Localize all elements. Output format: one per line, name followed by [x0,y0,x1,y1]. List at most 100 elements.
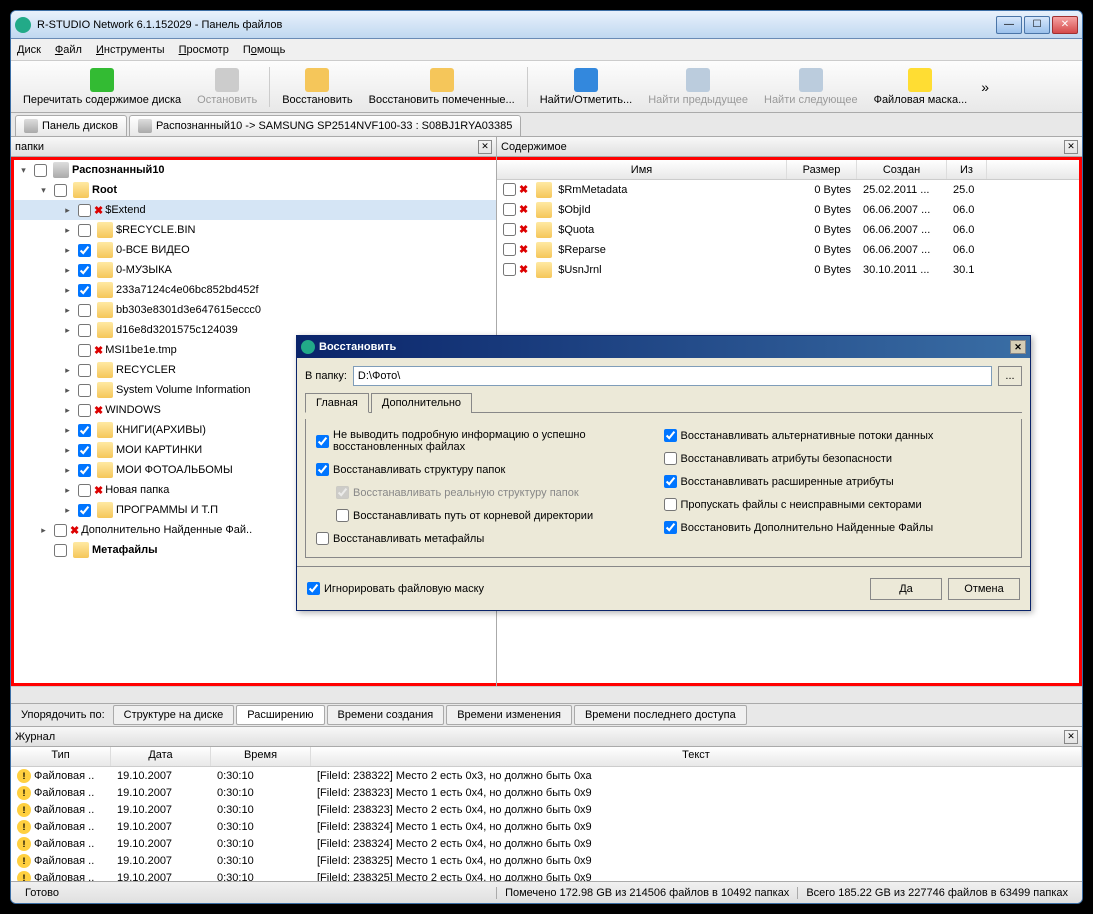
col-size[interactable]: Размер [787,160,857,179]
log-col-time[interactable]: Время [211,747,311,766]
tool-find[interactable]: Найти/Отметить... [532,66,640,108]
opt-restore-struct[interactable]: Восстанавливать структуру папок [316,463,664,476]
row-checkbox[interactable] [503,243,516,256]
log-row[interactable]: !Файловая ..19.10.20070:30:10[FileId: 23… [11,852,1082,869]
tree-checkbox[interactable] [78,324,91,337]
row-checkbox[interactable] [503,183,516,196]
tree-checkbox[interactable] [78,364,91,377]
sort-structure[interactable]: Структуре на диске [113,705,235,725]
folders-close-icon[interactable]: ✕ [478,140,492,154]
tree-checkbox[interactable] [54,184,67,197]
tree-checkbox[interactable] [78,344,91,357]
row-checkbox[interactable] [503,203,516,216]
tree-checkbox[interactable] [54,544,67,557]
dialog-close-button[interactable]: ✕ [1010,340,1026,354]
log-col-date[interactable]: Дата [111,747,211,766]
menu-file[interactable]: Файл [55,44,82,56]
browse-button[interactable]: ... [998,366,1022,386]
tree-checkbox[interactable] [78,244,91,257]
dialog-ok-button[interactable]: Да [870,578,942,600]
opt-ext-attrs[interactable]: Восстанавливать расширенные атрибуты [664,475,1012,488]
opt-restore-meta[interactable]: Восстанавливать метафайлы [316,532,664,545]
content-row[interactable]: ✖$Reparse0 Bytes06.06.2007 ...06.0 [497,240,1079,260]
content-close-icon[interactable]: ✕ [1064,140,1078,154]
opt-skip-bad[interactable]: Пропускать файлы с неисправными секторам… [664,498,1012,511]
tree-checkbox[interactable] [54,524,67,537]
opt-ignore-mask[interactable]: Игнорировать файловую маску [307,582,484,595]
to-folder-input[interactable] [353,366,992,386]
tool-stop[interactable]: Остановить [189,66,265,108]
col-name[interactable]: Имя [497,160,787,179]
tool-recover-marked[interactable]: Восстановить помеченные... [361,66,523,108]
tree-checkbox[interactable] [34,164,47,177]
sort-ctime[interactable]: Времени создания [327,705,445,725]
scrollbar-horizontal[interactable] [11,686,1082,703]
log-close-icon[interactable]: ✕ [1064,730,1078,744]
tree-item[interactable]: ▸0-ВСЕ ВИДЕО [14,240,496,260]
log-row[interactable]: !Файловая ..19.10.20070:30:10[FileId: 23… [11,767,1082,784]
log-row[interactable]: !Файловая ..19.10.20070:30:10[FileId: 23… [11,818,1082,835]
tree-item[interactable]: ▸bb303e8301d3e647615eccc0 [14,300,496,320]
tool-find-prev[interactable]: Найти предыдущее [640,66,756,108]
tree-checkbox[interactable] [78,504,91,517]
tree-checkbox[interactable] [78,444,91,457]
tab-path[interactable]: Распознанный10 -> SAMSUNG SP2514NVF100-3… [129,115,521,136]
menu-view[interactable]: Просмотр [179,44,229,56]
log-row[interactable]: !Файловая ..19.10.20070:30:10[FileId: 23… [11,869,1082,881]
col-modified[interactable]: Из [947,160,987,179]
log-row[interactable]: !Файловая ..19.10.20070:30:10[FileId: 23… [11,835,1082,852]
log-row[interactable]: !Файловая ..19.10.20070:30:10[FileId: 23… [11,801,1082,818]
tool-reread[interactable]: Перечитать содержимое диска [15,66,189,108]
opt-alt-streams[interactable]: Восстанавливать альтернативные потоки да… [664,429,1012,442]
sort-extension[interactable]: Расширению [236,705,324,725]
tree-checkbox[interactable] [78,264,91,277]
col-created[interactable]: Создан [857,160,947,179]
tool-recover[interactable]: Восстановить [274,66,360,108]
opt-restore-extra[interactable]: Восстановить Дополнительно Найденные Фай… [664,521,1012,534]
content-row[interactable]: ✖$UsnJrnl0 Bytes30.10.2011 ...30.1 [497,260,1079,280]
minimize-button[interactable]: — [996,16,1022,34]
dialog-titlebar[interactable]: Восстановить ✕ [297,336,1030,358]
tree-root-folder[interactable]: ▾Root [14,180,496,200]
tree-item[interactable]: ▸✖$Extend [14,200,496,220]
log-row[interactable]: !Файловая ..19.10.20070:30:10[FileId: 23… [11,784,1082,801]
row-checkbox[interactable] [503,263,516,276]
tree-checkbox[interactable] [78,284,91,297]
content-row[interactable]: ✖$ObjId0 Bytes06.06.2007 ...06.0 [497,200,1079,220]
tree-checkbox[interactable] [78,304,91,317]
dialog-tab-main[interactable]: Главная [305,393,369,413]
tree-checkbox[interactable] [78,204,91,217]
tree-checkbox[interactable] [78,464,91,477]
tree-checkbox[interactable] [78,224,91,237]
opt-no-detail[interactable]: Не выводить подробную информацию о успеш… [316,429,664,453]
tab-disk-panel[interactable]: Панель дисков [15,115,127,136]
row-checkbox[interactable] [503,223,516,236]
dialog-tab-advanced[interactable]: Дополнительно [371,393,472,413]
log-col-type[interactable]: Тип [11,747,111,766]
tree-checkbox[interactable] [78,424,91,437]
dialog-cancel-button[interactable]: Отмена [948,578,1020,600]
content-row[interactable]: ✖$RmMetadata0 Bytes25.02.2011 ...25.0 [497,180,1079,200]
tree-checkbox[interactable] [78,384,91,397]
menu-disk[interactable]: Диск [17,44,41,56]
tree-item[interactable]: ▸233a7124c4e06bc852bd452f [14,280,496,300]
sort-mtime[interactable]: Времени изменения [446,705,572,725]
tool-find-next[interactable]: Найти следующее [756,66,866,108]
close-button[interactable]: ✕ [1052,16,1078,34]
log-table[interactable]: Тип Дата Время Текст !Файловая ..19.10.2… [11,747,1082,881]
menu-tools[interactable]: Инструменты [96,44,165,56]
maximize-button[interactable]: ☐ [1024,16,1050,34]
content-row[interactable]: ✖$Quota0 Bytes06.06.2007 ...06.0 [497,220,1079,240]
toolbar-overflow[interactable]: » [975,79,995,95]
opt-restore-root-path[interactable]: Восстанавливать путь от корневой директо… [336,509,664,522]
menu-help[interactable]: Помощь [243,44,286,56]
tree-root[interactable]: ▾Распознанный10 [14,160,496,180]
tree-checkbox[interactable] [78,484,91,497]
sort-atime[interactable]: Времени последнего доступа [574,705,747,725]
tree-item[interactable]: ▸$RECYCLE.BIN [14,220,496,240]
tree-checkbox[interactable] [78,404,91,417]
tool-file-mask[interactable]: Файловая маска... [866,66,976,108]
log-col-text[interactable]: Текст [311,747,1082,766]
tree-item[interactable]: ▸0-МУЗЫКА [14,260,496,280]
opt-security[interactable]: Восстанавливать атрибуты безопасности [664,452,1012,465]
